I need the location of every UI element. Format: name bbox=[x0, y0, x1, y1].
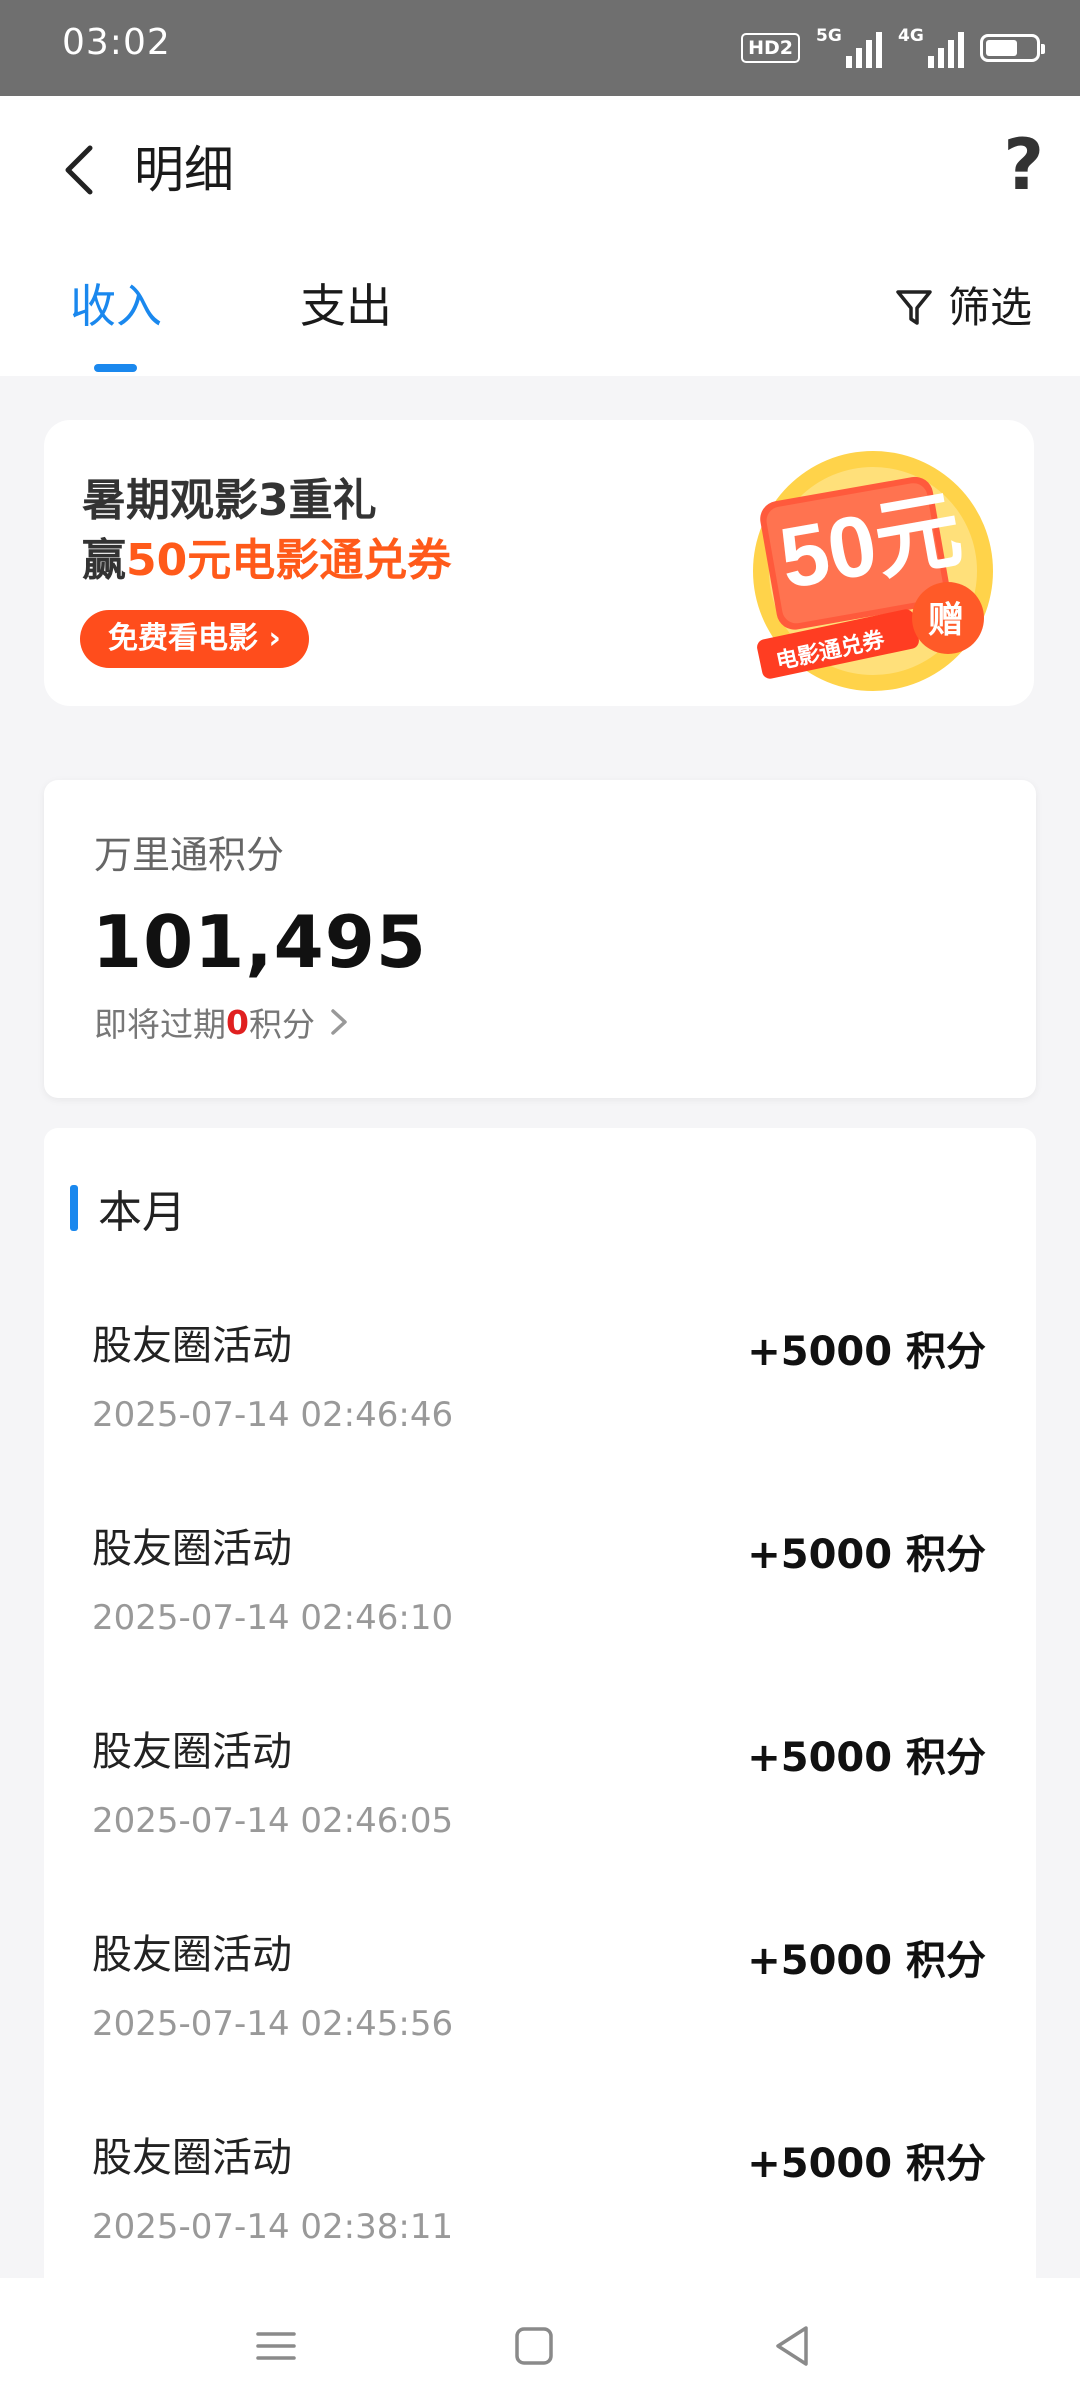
help-button[interactable]: ? bbox=[1003, 130, 1044, 200]
promo-subtitle: 赢50元电影通兑券 bbox=[82, 535, 452, 586]
status-time: 03:02 bbox=[62, 22, 171, 63]
item-name: 股友圈活动 bbox=[92, 1323, 292, 1369]
item-date: 2025-07-14 02:46:05 bbox=[92, 1801, 454, 1841]
item-date: 2025-07-14 02:46:10 bbox=[92, 1598, 454, 1638]
points-summary-card: 万里通积分 101,495 即将过期 0 积分 bbox=[44, 780, 1036, 1098]
list-item[interactable]: 股友圈活动 2025-07-14 02:46:05 +5000 积分 bbox=[44, 1699, 1036, 1902]
status-bar: 03:02 HD2 5G 4G bbox=[0, 0, 1080, 96]
list-item[interactable]: 股友圈活动 2025-07-14 02:46:46 +5000 积分 bbox=[44, 1293, 1036, 1496]
item-amount: +5000 积分 bbox=[747, 2141, 986, 2187]
signal-5g-icon: 5G bbox=[816, 26, 882, 68]
list-item[interactable]: 股友圈活动 2025-07-14 02:38:11 +5000 积分 bbox=[44, 2105, 1036, 2278]
item-name: 股友圈活动 bbox=[92, 1932, 292, 1978]
page-title: 明细 bbox=[134, 141, 234, 199]
watch-movie-button[interactable]: 免费看电影 › bbox=[80, 610, 309, 668]
active-tab-indicator bbox=[94, 364, 137, 372]
item-amount: +5000 积分 bbox=[747, 1532, 986, 1578]
points-balance: 101,495 bbox=[92, 900, 427, 984]
item-amount: +5000 积分 bbox=[747, 1735, 986, 1781]
expiring-points-count: 0 bbox=[226, 1002, 249, 1042]
system-nav-bar bbox=[0, 2278, 1080, 2408]
svg-text:赠: 赠 bbox=[928, 600, 964, 641]
filter-label: 筛选 bbox=[947, 283, 1032, 332]
item-date: 2025-07-14 02:38:11 bbox=[92, 2207, 454, 2247]
movie-coupon-illustration: 50元 电影通兑券 赠 bbox=[753, 451, 993, 691]
battery-icon bbox=[980, 34, 1045, 62]
item-amount: +5000 积分 bbox=[747, 1938, 986, 1984]
filter-funnel-icon bbox=[896, 290, 932, 325]
item-amount: +5000 积分 bbox=[747, 1329, 986, 1375]
list-item[interactable]: 股友圈活动 2025-07-14 02:46:10 +5000 积分 bbox=[44, 1496, 1036, 1699]
back-triangle-icon[interactable] bbox=[762, 2316, 822, 2376]
hd-voice-icon: HD2 bbox=[741, 33, 800, 63]
item-date: 2025-07-14 02:46:46 bbox=[92, 1395, 454, 1435]
signal-4g-icon: 4G bbox=[898, 26, 964, 68]
section-accent-bar bbox=[70, 1185, 78, 1231]
section-title: 本月 bbox=[98, 1187, 186, 1238]
promo-title: 暑期观影3重礼 bbox=[82, 475, 377, 526]
home-square-icon[interactable] bbox=[504, 2316, 564, 2376]
tab-expense[interactable]: 支出 bbox=[300, 276, 392, 336]
status-icons: HD2 5G 4G bbox=[741, 26, 1045, 70]
back-arrow-icon[interactable] bbox=[56, 140, 106, 200]
menu-icon[interactable] bbox=[246, 2316, 306, 2376]
chevron-right-icon bbox=[331, 1009, 347, 1035]
app-header: 明细 ? 收入 支出 筛选 bbox=[0, 96, 1080, 376]
list-item[interactable]: 股友圈活动 2025-07-14 02:45:56 +5000 积分 bbox=[44, 1902, 1036, 2105]
promo-banner[interactable]: 暑期观影3重礼 赢50元电影通兑券 免费看电影 › 50元 电影通兑券 赠 bbox=[44, 420, 1034, 706]
item-name: 股友圈活动 bbox=[92, 2135, 292, 2181]
tab-income[interactable]: 收入 bbox=[70, 276, 162, 336]
transaction-list: 本月 股友圈活动 2025-07-14 02:46:46 +5000 积分 股友… bbox=[44, 1128, 1036, 2278]
points-label: 万里通积分 bbox=[94, 833, 285, 877]
item-name: 股友圈活动 bbox=[92, 1729, 292, 1775]
item-name: 股友圈活动 bbox=[92, 1526, 292, 1572]
section-header-this-month: 本月 bbox=[70, 1176, 186, 1240]
filter-button[interactable]: 筛选 bbox=[894, 280, 1032, 336]
item-date: 2025-07-14 02:45:56 bbox=[92, 2004, 454, 2044]
expiring-points-link[interactable]: 即将过期 0 积分 bbox=[94, 998, 351, 1046]
